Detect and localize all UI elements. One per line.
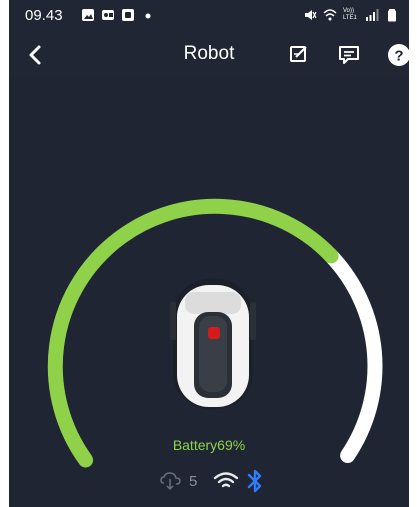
battery-gauge-remaining (323, 248, 383, 463)
bluetooth-icon (248, 469, 262, 493)
dot-icon (145, 13, 151, 19)
svg-text:?: ? (394, 48, 403, 65)
help-icon[interactable]: ? (384, 40, 409, 70)
lte-signal-label: Vo)) LTE1 (343, 8, 357, 21)
image-icon (82, 9, 94, 21)
robot-mower-image (170, 279, 256, 409)
scan-icon (102, 10, 114, 20)
app-icon (122, 9, 134, 21)
battery-icon (388, 9, 396, 22)
status-icons-right: Vo)) LTE1 (303, 8, 399, 22)
battery-label: Battery69% (172, 437, 246, 453)
status-icons-left (81, 8, 155, 22)
connectivity-indicators: 5 (159, 468, 265, 494)
robot-status-panel: Battery69% 5 (9, 76, 409, 507)
message-icon[interactable] (334, 40, 364, 70)
mute-icon (305, 10, 317, 20)
status-time: 09.43 (25, 7, 63, 24)
wifi-icon (323, 9, 337, 21)
status-bar: 09.43 Vo)) LTE1 (9, 0, 409, 34)
phone-screen: 09.43 Vo)) LTE1 Robot ? Battery69% 5 (9, 0, 409, 507)
wifi-signal-icon (214, 472, 239, 488)
satellite-icon (160, 472, 181, 491)
satellite-count: 5 (189, 472, 198, 490)
app-bar: Robot ? (9, 34, 409, 76)
edit-icon[interactable] (284, 40, 314, 70)
lte-signal-icon (366, 9, 379, 21)
